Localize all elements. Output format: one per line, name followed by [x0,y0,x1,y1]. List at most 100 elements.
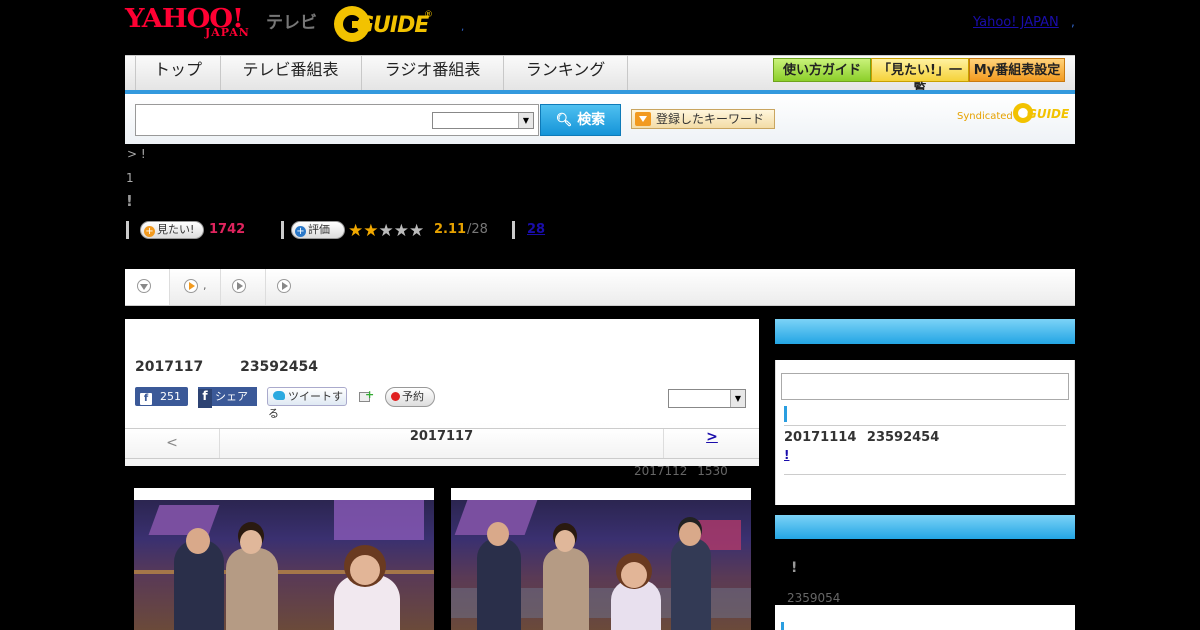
yahoo-japan-logo[interactable]: YAHOO! JAPAN [125,4,263,42]
episode-select[interactable]: ▼ [668,389,746,408]
reservation-label: 予約 [402,390,424,403]
tweet-button[interactable]: ツイートする [267,387,347,420]
rate-button-label: 評価 [308,223,330,236]
want-list-button[interactable]: 「見たい!」一覧 [871,58,969,97]
share-label: シェア [215,390,248,403]
studio-scene-image [134,500,434,630]
episode-photo-1[interactable] [134,488,434,630]
sidebar-section-marker [784,406,787,422]
chevron-down-icon [137,279,151,293]
sidebar-divider [784,425,1066,426]
sidebar2-subtitle: 2359054 [787,591,841,605]
play-icon [277,279,291,293]
facebook-icon: f [198,389,212,408]
global-nav: トップ テレビ番組表 ラジオ番組表 ランキング 使い方ガイド 「見たい!」一覧 … [125,55,1075,97]
star-filled-icon: ★ [348,221,364,241]
program-subline: 1 [126,171,134,185]
syndicated-label: Syndicated [957,111,1013,122]
program-tabs: , [125,269,1075,306]
search-genre-select[interactable]: ▼ [432,112,534,129]
plus-icon: + [295,226,306,237]
rate-button[interactable]: + 評価 [291,221,345,239]
dropdown-arrow-icon [635,112,651,126]
want-to-watch-button[interactable]: + 見たい! [140,221,204,239]
tab-third[interactable] [221,269,266,305]
record-reservation-button[interactable]: 予約 [385,387,435,407]
search-button-label: 検索 [577,112,606,128]
add-bookmark-icon[interactable]: + [357,388,374,404]
search-button[interactable]: 🔍︎ 検索 [540,104,621,136]
nav-tv-schedule[interactable]: テレビ番組表 [220,56,362,91]
tv-logo-label[interactable]: テレビ [266,8,317,33]
saved-keywords-label: 登録したキーワード [656,112,765,126]
japan-logo-text: JAPAN [205,26,250,39]
header-separator: , [461,22,465,33]
sidebar-box-2 [775,605,1075,630]
tab-fourth[interactable] [266,269,310,305]
episode-id: 23592454 [240,359,319,375]
saved-keywords-button[interactable]: 登録したキーワード [631,109,775,129]
nav-ranking[interactable]: ランキング [504,56,628,91]
facebook-share-button[interactable]: f シェア [198,387,257,408]
want-count: 1742 [209,222,246,237]
episode-photo-2[interactable] [451,488,751,630]
plus-icon: + [144,226,155,237]
episode-pager: < 2017117 > [125,428,759,459]
usage-guide-button[interactable]: 使い方ガイド [773,58,871,82]
search-icon: 🔍︎ [555,113,573,128]
sidebar-item-id: 23592454 [866,430,940,445]
facebook-icon: f [140,393,152,405]
sidebar-divider [784,474,1066,475]
chevron-down-icon: ▼ [518,113,533,128]
sidebar2-title: ! [791,560,798,576]
pager-current: 2017117 [409,429,474,444]
pager-prev[interactable]: < [125,429,220,458]
tab-overview[interactable] [125,269,170,305]
sidebar-search-input[interactable] [781,373,1069,400]
chevron-down-icon: ▼ [730,390,745,407]
tab-second[interactable]: , [170,269,221,305]
star-empty-icon: ★ [393,221,409,241]
my-schedule-settings-button[interactable]: My番組表設定 [969,58,1065,82]
breadcrumb[interactable]: > ! [127,147,146,161]
sidebar-item-link[interactable]: ! [784,448,789,462]
rating-divider [126,221,129,239]
broadcast-timestamp: 2017112 1530 [634,464,728,478]
star-empty-icon: ★ [409,221,425,241]
rating-divider [281,221,284,239]
episode-date-heading: 2017117 23592454 [135,359,318,375]
star-filled-icon: ★ [363,221,379,241]
syndicated-gguide-logo: GUIDE [1013,103,1070,125]
sidebar2-section-marker [781,622,784,630]
rating-divider [512,221,515,239]
star-empty-icon: ★ [378,221,394,241]
gguide-logo-text: GUIDE [356,13,429,38]
rating-count: /28 [467,222,488,237]
yahoo-japan-link[interactable]: Yahoo! JAPAN [973,15,1059,30]
syndicated-gguide-text: GUIDE [1027,107,1070,121]
header-link-separator: , [1071,15,1075,29]
play-icon [184,279,198,293]
studio-scene-image [451,500,751,630]
episode-date: 2017117 [135,359,204,375]
pager-next[interactable]: > [663,429,760,458]
want-button-label: 見たい! [157,223,195,236]
sidebar-item-heading: 20171114 23592454 [784,430,939,445]
review-count-link[interactable]: 28 [527,222,545,237]
nav-radio-schedule[interactable]: ラジオ番組表 [362,56,504,91]
rating-score: 2.11 [434,222,467,237]
registered-mark: ® [424,10,433,20]
broadcast-date: 2017112 [634,464,688,478]
page-title: ! [126,192,133,210]
facebook-like-count: 251 [160,390,181,403]
star-rating: ★★★★★ [348,221,424,240]
tab-second-label: , [203,279,207,292]
broadcast-time: 1530 [697,464,728,478]
facebook-like-button[interactable]: f 251 [135,387,188,406]
sidebar-header [775,319,1075,344]
gguide-logo[interactable]: GUIDE ® [334,6,434,42]
play-icon [232,279,246,293]
twitter-bird-icon [273,391,285,400]
sidebar-item-date: 20171114 [784,430,857,445]
nav-top[interactable]: トップ [135,56,221,91]
